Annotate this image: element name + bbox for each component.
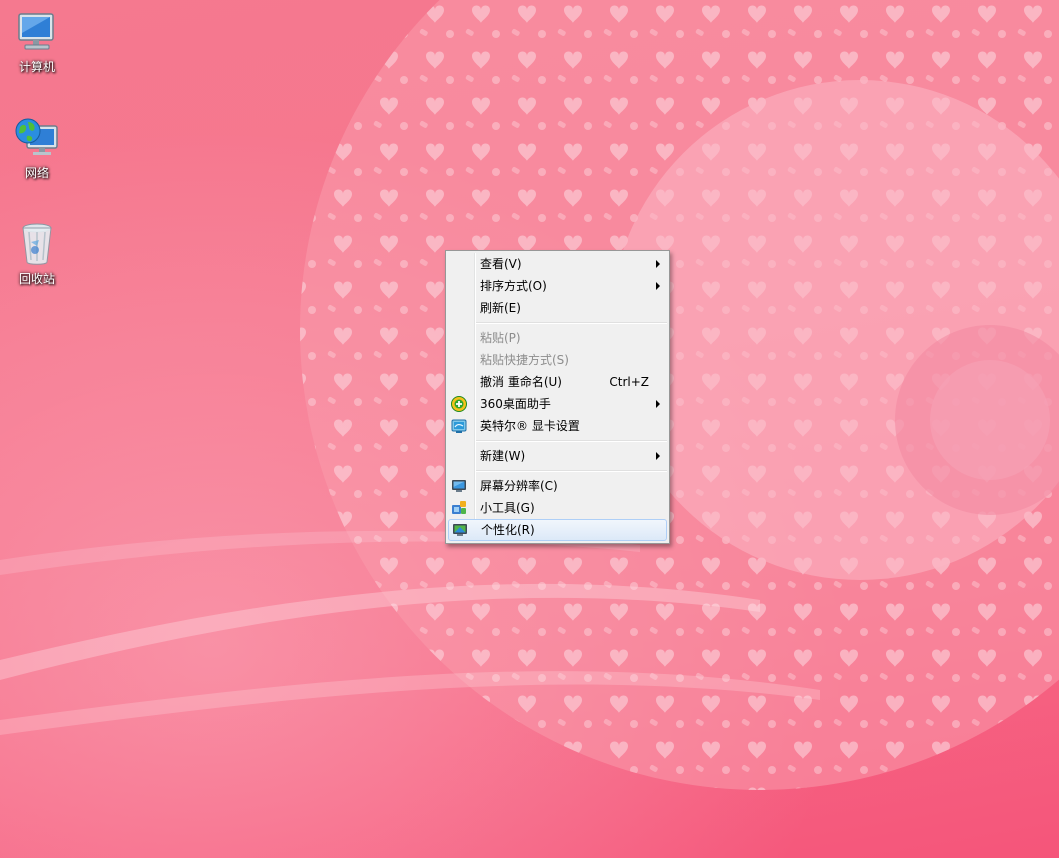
menu-item-paste: 粘贴(P) <box>446 327 669 349</box>
menu-item-view[interactable]: 查看(V) <box>446 253 669 275</box>
menu-item-refresh[interactable]: 刷新(E) <box>446 297 669 319</box>
personalize-icon <box>453 524 467 536</box>
submenu-arrow-icon <box>656 282 660 290</box>
computer-icon <box>18 13 54 50</box>
menu-separator <box>476 470 667 472</box>
network-icon <box>15 118 58 155</box>
desktop-icon-recycle-bin[interactable]: 回收站 <box>1 220 73 287</box>
menu-item-new[interactable]: 新建(W) <box>446 445 669 467</box>
menu-item-label: 屏幕分辨率(C) <box>480 479 558 493</box>
menu-item-label: 新建(W) <box>480 449 526 463</box>
desktop-icon-label: 计算机 <box>18 60 55 74</box>
desktop-icon-computer[interactable]: 计算机 <box>1 8 73 75</box>
menu-item-undo-rename[interactable]: 撤消 重命名(U) Ctrl+Z <box>446 371 669 393</box>
menu-item-label: 360桌面助手 <box>480 397 551 411</box>
monitor-icon <box>452 480 466 492</box>
intel-graphics-icon <box>451 419 467 433</box>
menu-item-label: 查看(V) <box>480 257 522 271</box>
recycle-bin-icon <box>22 223 52 265</box>
desktop[interactable]: 计算机 网络 回收站 查看(V) 排序方式(O) 刷新(E) 粘贴(P) 粘贴快… <box>0 0 1059 858</box>
submenu-arrow-icon <box>656 452 660 460</box>
menu-item-paste-shortcut: 粘贴快捷方式(S) <box>446 349 669 371</box>
desktop-icon-network[interactable]: 网络 <box>1 114 73 181</box>
menu-item-personalize[interactable]: 个性化(R) <box>448 519 667 541</box>
menu-separator <box>476 322 667 324</box>
desktop-icon-label: 回收站 <box>18 272 55 286</box>
menu-item-label: 个性化(R) <box>481 523 535 537</box>
menu-item-shortcut: Ctrl+Z <box>609 375 649 389</box>
menu-item-label: 刷新(E) <box>480 301 521 315</box>
menu-item-label: 英特尔® 显卡设置 <box>480 419 580 433</box>
menu-item-gadgets[interactable]: 小工具(G) <box>446 497 669 519</box>
desktop-icon-label: 网络 <box>24 166 49 180</box>
menu-item-label: 小工具(G) <box>480 501 535 515</box>
submenu-arrow-icon <box>656 400 660 408</box>
menu-item-sort-by[interactable]: 排序方式(O) <box>446 275 669 297</box>
360-assistant-icon <box>451 396 467 412</box>
gadgets-icon <box>452 501 466 514</box>
menu-item-label: 粘贴(P) <box>480 331 521 345</box>
desktop-context-menu: 查看(V) 排序方式(O) 刷新(E) 粘贴(P) 粘贴快捷方式(S) 撤消 重… <box>445 250 670 544</box>
menu-separator <box>476 440 667 442</box>
menu-item-label: 粘贴快捷方式(S) <box>480 353 569 367</box>
submenu-arrow-icon <box>656 260 660 268</box>
menu-item-360-assistant[interactable]: 360桌面助手 <box>446 393 669 415</box>
menu-item-intel-graphics[interactable]: 英特尔® 显卡设置 <box>446 415 669 437</box>
menu-item-label: 撤消 重命名(U) <box>480 375 562 389</box>
menu-item-label: 排序方式(O) <box>480 279 547 293</box>
menu-item-screen-resolution[interactable]: 屏幕分辨率(C) <box>446 475 669 497</box>
